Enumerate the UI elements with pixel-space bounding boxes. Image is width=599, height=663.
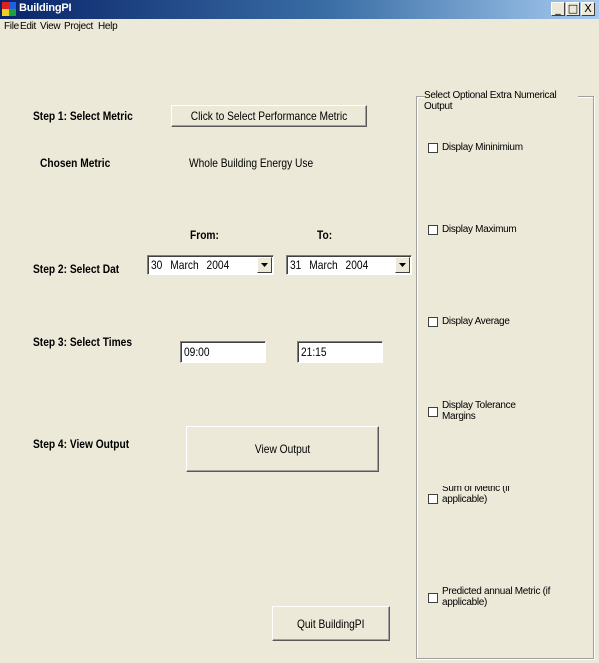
- from-date-picker[interactable]: 30 March 2004: [147, 255, 274, 275]
- main-window: BuildingPI _ □ X File Edit View Project …: [0, 0, 599, 663]
- checkbox-display-average[interactable]: Display Average: [428, 316, 588, 328]
- to-date-picker[interactable]: 31 March 2004: [286, 255, 412, 275]
- checkbox-sum-of-metric[interactable]: Sum of Metric (if applicable): [428, 486, 568, 508]
- step3-label: Step 3: Select Times: [33, 335, 133, 349]
- window-title: BuildingPI: [19, 2, 72, 14]
- menu-view[interactable]: View: [40, 21, 61, 32]
- maximize-button[interactable]: □: [566, 2, 580, 16]
- step1-label: Step 1: Select Metric: [33, 109, 133, 123]
- menu-bar: File Edit View Project Help: [0, 19, 599, 36]
- extra-output-group-title: Select Optional Extra Numerical Output: [424, 90, 578, 112]
- menu-help[interactable]: Help: [98, 21, 118, 32]
- close-button[interactable]: X: [581, 2, 595, 16]
- chosen-metric-label: Chosen Metric: [40, 156, 111, 170]
- checkbox-display-minimum[interactable]: Display Mininimium: [428, 142, 588, 154]
- checkbox-display-tolerance-margins[interactable]: Display Tolerance Margins: [428, 400, 548, 424]
- title-bar[interactable]: BuildingPI _ □ X: [0, 0, 599, 19]
- extra-output-groupbox: [416, 96, 594, 659]
- checkbox-predicted-annual-metric[interactable]: Predicted annual Metric (if applicable): [428, 586, 578, 610]
- chevron-down-icon[interactable]: [257, 257, 272, 273]
- menu-file[interactable]: File: [4, 21, 19, 32]
- from-date-value: 30 March 2004: [151, 258, 230, 272]
- to-date-value: 31 March 2004: [290, 258, 369, 272]
- to-label: To:: [317, 228, 333, 242]
- chosen-metric-value: Whole Building Energy Use: [189, 156, 314, 170]
- chevron-down-icon[interactable]: [395, 257, 410, 273]
- view-output-button[interactable]: View Output: [186, 426, 379, 472]
- from-label: From:: [190, 228, 219, 242]
- quit-button[interactable]: Quit BuildingPI: [272, 606, 390, 641]
- step2-label: Step 2: Select Dat: [33, 262, 120, 276]
- app-icon: [2, 2, 16, 16]
- menu-project[interactable]: Project: [64, 21, 93, 32]
- checkbox-display-maximum[interactable]: Display Maximum: [428, 224, 588, 236]
- to-time-field[interactable]: 21:15: [297, 341, 383, 363]
- minimize-button[interactable]: _: [551, 2, 565, 16]
- menu-edit[interactable]: Edit: [20, 21, 36, 32]
- from-time-field[interactable]: 09:00: [180, 341, 266, 363]
- select-metric-button[interactable]: Click to Select Performance Metric: [171, 105, 367, 127]
- step4-label: Step 4: View Output: [33, 437, 130, 451]
